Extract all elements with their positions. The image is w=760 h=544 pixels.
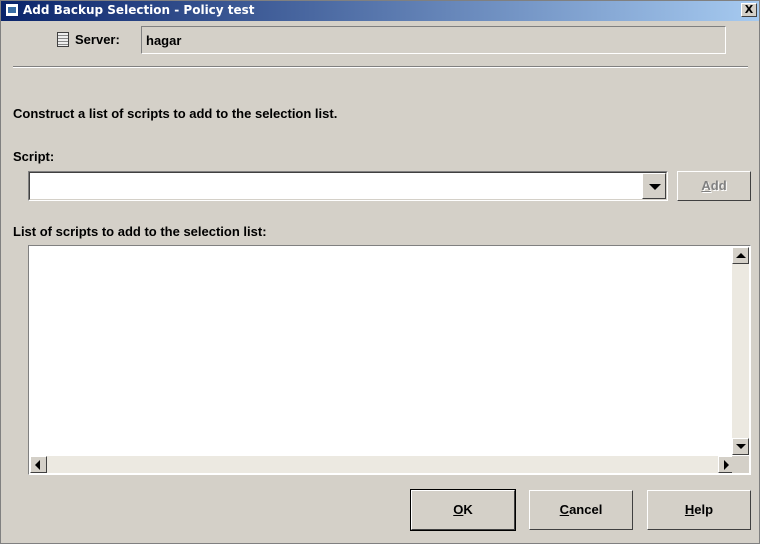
server-label: Server: — [75, 32, 120, 47]
scripts-list-label: List of scripts to add to the selection … — [13, 224, 267, 239]
app-icon — [5, 3, 19, 17]
close-button[interactable]: X — [741, 3, 757, 17]
server-icon — [57, 32, 69, 47]
dialog-window: Add Backup Selection - Policy test X Ser… — [0, 0, 760, 544]
add-button-mnemonic: A — [701, 178, 711, 193]
script-input[interactable] — [29, 172, 667, 200]
horizontal-scrollbar[interactable] — [30, 456, 735, 473]
add-button-label: dd — [710, 178, 727, 193]
ok-label: K — [463, 502, 473, 517]
script-dropdown-button[interactable] — [642, 173, 666, 199]
script-label: Script: — [13, 149, 55, 164]
scroll-left-icon[interactable] — [30, 456, 47, 473]
scroll-down-icon[interactable] — [732, 438, 749, 455]
server-field: hagar — [141, 26, 726, 54]
add-button[interactable]: Add — [677, 171, 751, 201]
scrollbar-corner — [732, 456, 749, 473]
help-mnemonic: H — [684, 502, 695, 517]
title-bar[interactable]: Add Backup Selection - Policy test X — [1, 1, 759, 21]
ok-button[interactable]: OK — [410, 489, 516, 531]
instructions-text: Construct a list of scripts to add to th… — [13, 106, 338, 121]
vertical-scrollbar[interactable] — [732, 247, 749, 455]
scripts-listbox[interactable] — [28, 245, 751, 475]
scroll-up-icon[interactable] — [732, 247, 749, 264]
window-title: Add Backup Selection - Policy test — [23, 3, 255, 17]
separator — [13, 66, 748, 68]
cancel-mnemonic: C — [559, 502, 570, 517]
ok-mnemonic: O — [453, 502, 464, 517]
cancel-label: ancel — [569, 502, 603, 517]
help-label: elp — [694, 502, 714, 517]
script-combobox[interactable] — [28, 171, 668, 201]
help-button[interactable]: Help — [647, 490, 751, 530]
cancel-button[interactable]: Cancel — [529, 490, 633, 530]
